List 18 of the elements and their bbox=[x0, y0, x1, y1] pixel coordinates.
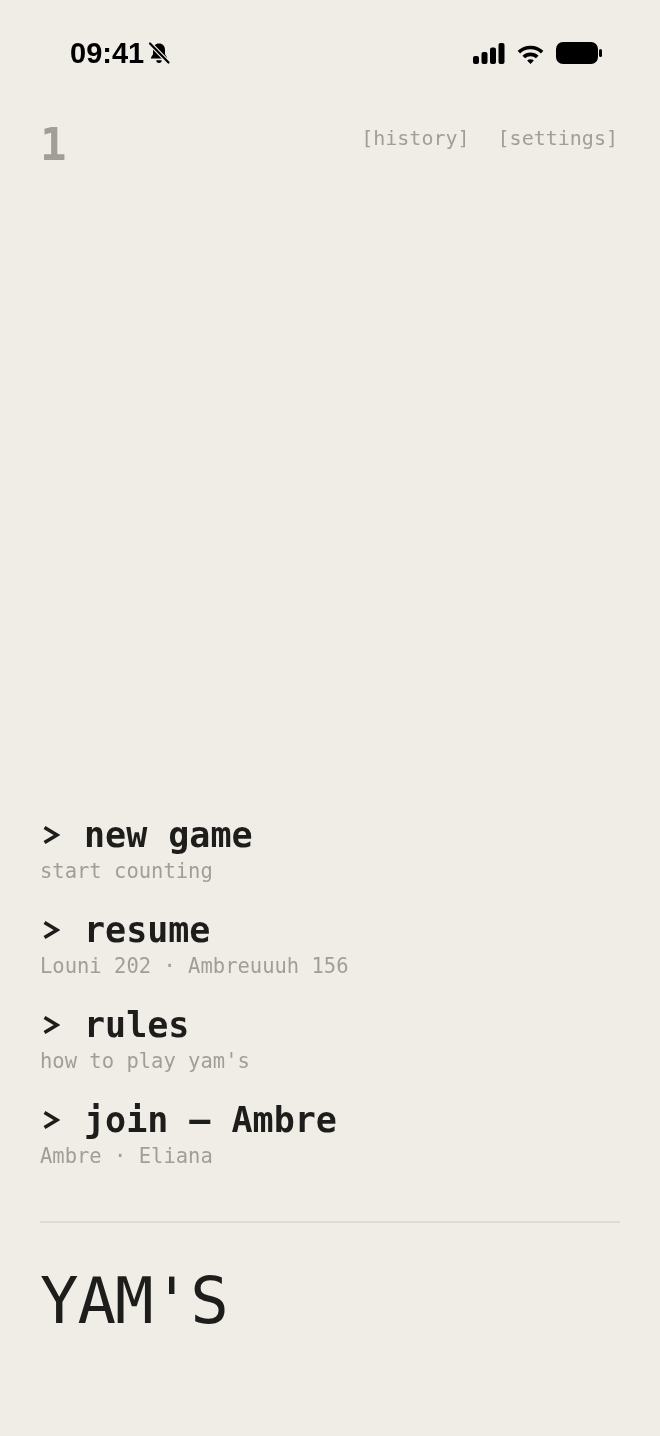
chevron-right-icon bbox=[42, 1015, 60, 1035]
counter-number: 1 bbox=[40, 123, 67, 167]
menu-item-subtitle: how to play yam's bbox=[40, 1048, 250, 1074]
chevron-right-icon bbox=[42, 825, 60, 845]
bell-slash-icon bbox=[147, 41, 172, 65]
menu-item-subtitle: Ambre · Eliana bbox=[40, 1143, 213, 1169]
menu-item-subtitle: Louni 202 · Ambreuuuh 156 bbox=[40, 953, 349, 979]
menu-item[interactable]: rules bbox=[40, 1004, 190, 1046]
battery-icon bbox=[556, 42, 602, 64]
app-title: YAM'S bbox=[40, 1269, 228, 1333]
menu-item[interactable]: resume bbox=[40, 909, 211, 951]
chevron-right-icon bbox=[42, 1110, 60, 1130]
signal-icon bbox=[473, 42, 505, 64]
menu-item[interactable]: new game bbox=[40, 814, 253, 856]
chevron-right-icon bbox=[42, 920, 60, 940]
menu-item[interactable]: join — Ambre bbox=[40, 1099, 337, 1141]
menu-item-subtitle: start counting bbox=[40, 858, 213, 884]
status-time: 09:41 bbox=[70, 36, 145, 70]
